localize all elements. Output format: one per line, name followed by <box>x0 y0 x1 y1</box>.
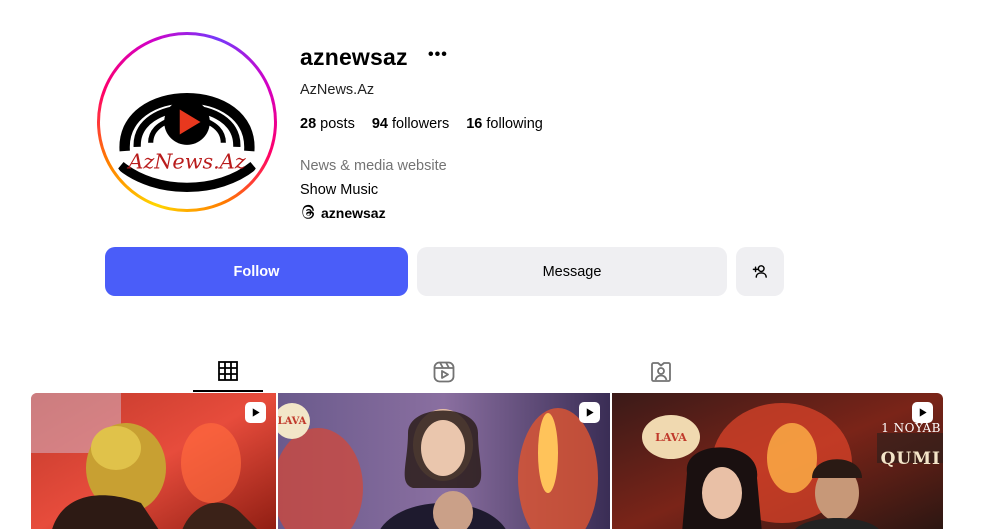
following-stat[interactable]: 16 following <box>466 116 543 132</box>
tab-tagged[interactable] <box>626 352 696 392</box>
post-tile[interactable]: LAVA 1 NOYAB QUMI <box>612 393 943 529</box>
posts-count: 28 <box>300 116 317 132</box>
profile-avatar[interactable]: AzNews.Az <box>97 32 277 212</box>
add-user-icon <box>752 265 767 278</box>
threads-link[interactable]: aznewsaz <box>300 204 386 221</box>
followers-stat[interactable]: 94 followers <box>372 116 449 132</box>
post-thumbnail <box>31 393 276 529</box>
reel-badge <box>579 402 600 423</box>
avatar-border: AzNews.Az <box>100 35 274 209</box>
reels-icon <box>433 361 455 383</box>
follow-button[interactable]: Follow <box>105 247 408 296</box>
posts-stat: 28 posts <box>300 116 355 132</box>
profile-full-name: AzNews.Az <box>300 82 375 98</box>
threads-handle: aznewsaz <box>321 204 386 221</box>
profile-stats: 28 posts 94 followers 16 following <box>300 116 543 132</box>
more-options-icon[interactable]: ••• <box>428 46 448 64</box>
tab-posts[interactable] <box>193 352 263 392</box>
tab-reels[interactable] <box>409 352 479 392</box>
following-label: following <box>486 116 543 132</box>
suggested-users-button[interactable] <box>736 247 784 296</box>
threads-icon <box>302 204 314 219</box>
reel-badge <box>245 402 266 423</box>
profile-username: aznewsaz <box>300 44 408 70</box>
post-tile[interactable] <box>31 393 276 529</box>
posts-grid: LAVA LAVA 1 NOYAB QUMI <box>31 393 943 529</box>
post-date-text: 1 NOYAB <box>881 421 941 435</box>
grid-icon <box>218 361 238 381</box>
followers-count: 94 <box>371 116 388 132</box>
reel-icon <box>919 408 927 417</box>
avatar-logo: AzNews.Az <box>104 39 270 205</box>
profile-tabs <box>31 352 943 392</box>
reel-icon <box>586 408 594 417</box>
followers-label: followers <box>392 116 450 132</box>
following-count: 16 <box>466 116 483 132</box>
message-button[interactable]: Message <box>417 247 727 296</box>
profile-bio: Show Music <box>300 182 379 198</box>
profile-category: News & media website <box>300 158 447 174</box>
svg-text:AzNews.Az: AzNews.Az <box>126 150 246 174</box>
posts-label: posts <box>320 116 355 132</box>
aznews-logo-icon: AzNews.Az <box>104 39 270 205</box>
tagged-icon <box>651 362 671 382</box>
reel-badge <box>912 402 933 423</box>
post-thumbnail <box>278 393 610 529</box>
post-title-text: QUMI <box>880 449 941 469</box>
reel-icon <box>252 408 260 417</box>
lava-logo: LAVA <box>642 415 700 459</box>
post-tile[interactable]: LAVA <box>278 393 610 529</box>
